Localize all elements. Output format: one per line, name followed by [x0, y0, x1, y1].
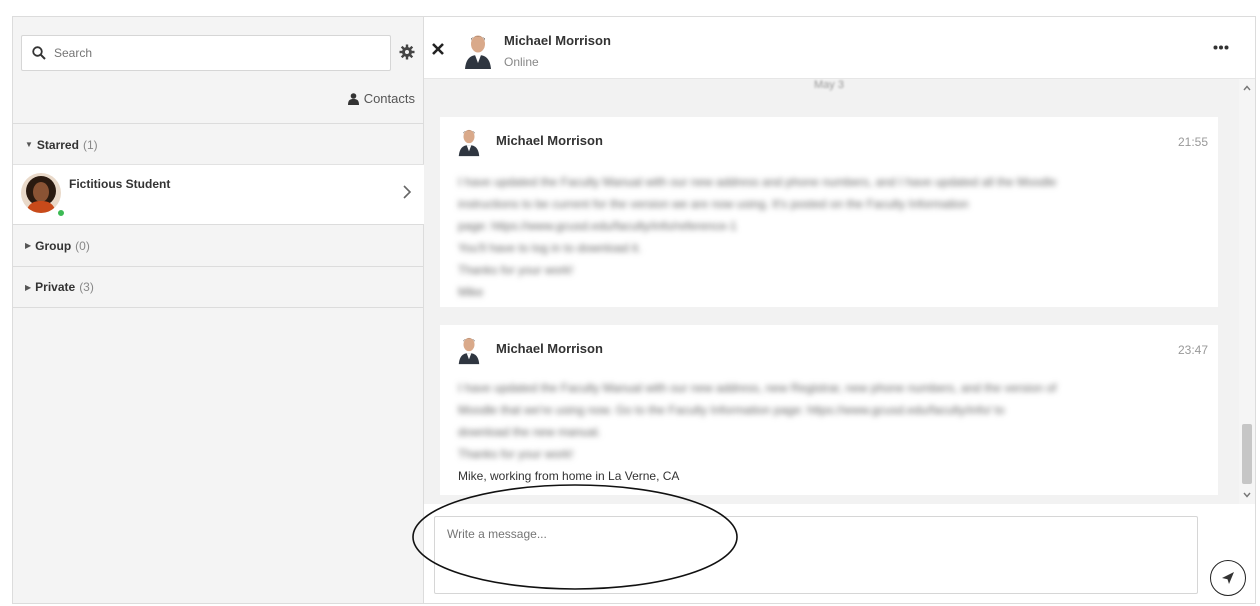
message-sender: Michael Morrison: [496, 341, 603, 356]
message-text: Mike: [458, 285, 484, 299]
message-list: May 3 Michael Morrison 21:55 I have upda…: [424, 79, 1255, 504]
search-icon: [32, 46, 46, 60]
section-private[interactable]: ▶ Private (3): [13, 266, 424, 308]
message-sender: Michael Morrison: [496, 133, 603, 148]
online-status-dot: [57, 209, 65, 217]
message-text: I have updated the Faculty Manual with o…: [458, 175, 1057, 189]
message-text: Moodle that we're using now. Go to the F…: [458, 403, 1005, 417]
conversation-item-fictitious-student[interactable]: Fictitious Student: [13, 164, 424, 224]
conversation-pane: Michael Morrison Online May 3 Michael Mo…: [424, 17, 1255, 603]
send-icon: [1222, 572, 1234, 584]
close-icon[interactable]: [432, 43, 444, 55]
message-time: 23:47: [1177, 343, 1208, 357]
gear-icon[interactable]: [399, 44, 415, 60]
avatar: [21, 173, 61, 213]
section-count: (1): [82, 137, 98, 152]
avatar: [458, 337, 480, 365]
section-starred[interactable]: ▼ Starred (1): [13, 123, 424, 165]
caret-down-icon: ▼: [25, 140, 33, 149]
caret-right-icon: ▶: [25, 241, 32, 250]
scrollbar-thumb[interactable]: [1242, 424, 1252, 484]
section-title: Starred: [36, 137, 79, 152]
section-title: Group: [35, 238, 72, 253]
message-composer: [424, 504, 1255, 603]
messaging-drawer: Contacts ▼ Starred (1) Fictitious Studen…: [12, 16, 1256, 604]
message: Michael Morrison 21:55 I have updated th…: [440, 117, 1218, 307]
avatar: [465, 35, 491, 69]
message-text: You'll have to log in to download it.: [458, 241, 642, 255]
contact-name: Fictitious Student: [69, 177, 171, 191]
search-box[interactable]: [21, 35, 391, 71]
search-input[interactable]: [54, 36, 384, 70]
day-separator: May 3: [814, 79, 844, 91]
message: Michael Morrison 23:47 I have updated th…: [440, 325, 1218, 495]
message-time: 21:55: [1177, 135, 1208, 149]
message-text: Thanks for your work!: [458, 447, 574, 461]
message-text: I have updated the Faculty Manual with o…: [458, 381, 1057, 395]
caret-right-icon: ▶: [25, 282, 32, 292]
more-icon[interactable]: [1213, 45, 1229, 50]
section-count: (0): [75, 238, 90, 253]
message-text: instructions to be current for the versi…: [458, 197, 969, 211]
chevron-right-icon: [403, 185, 412, 199]
contact-status: Online: [504, 55, 539, 69]
contact-name: Michael Morrison: [504, 33, 611, 48]
user-icon: [347, 92, 359, 105]
message-text: download the new manual.: [458, 425, 601, 439]
message-signature: Mike, working from home in La Verne, CA: [458, 469, 680, 483]
contacts-link[interactable]: Contacts: [347, 91, 415, 106]
send-button[interactable]: [1210, 560, 1246, 596]
chevron-up-icon[interactable]: [1243, 85, 1251, 91]
conversation-header: Michael Morrison Online: [424, 17, 1255, 79]
avatar: [458, 129, 480, 157]
message-scrollbar[interactable]: [1239, 79, 1255, 504]
message-text: page: https://www.gcusd.edu/faculty/info…: [458, 219, 737, 233]
section-group[interactable]: ▶ Group (0): [13, 224, 424, 266]
chevron-down-icon[interactable]: [1243, 492, 1251, 498]
contacts-label: Contacts: [363, 91, 415, 106]
search-row: [21, 35, 421, 71]
conversation-list-pane: Contacts ▼ Starred (1) Fictitious Studen…: [13, 17, 424, 603]
section-title: Private: [35, 280, 76, 294]
section-count: (3): [79, 280, 94, 294]
message-input[interactable]: [434, 516, 1198, 594]
message-text: Thanks for your work!: [458, 263, 574, 277]
